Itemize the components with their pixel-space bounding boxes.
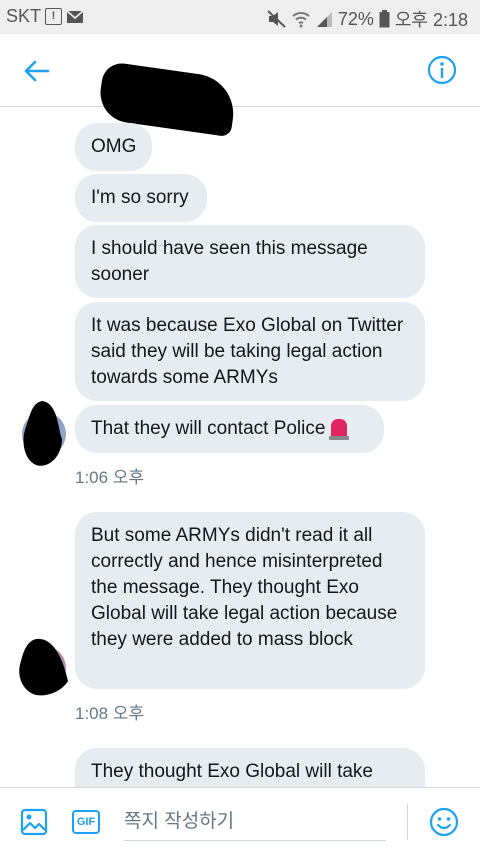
emoji-button[interactable] — [428, 806, 460, 838]
info-button[interactable] — [426, 54, 458, 86]
alert-icon: ! — [45, 8, 63, 25]
carrier-label: SKT — [6, 6, 42, 26]
gif-button[interactable]: GIF — [72, 810, 100, 834]
clock: 오후 2:18 — [394, 10, 468, 30]
battery-percent: 72% — [337, 8, 374, 29]
message-bubble[interactable]: It was because Exo Global on Twitter sai… — [75, 302, 425, 401]
timestamp: 1:06 오후 — [75, 468, 145, 487]
signal-icon — [315, 10, 333, 28]
back-button[interactable] — [22, 56, 52, 86]
battery-icon — [379, 10, 390, 28]
message-input[interactable] — [124, 804, 386, 841]
wifi-icon — [292, 10, 310, 28]
arrow-left-icon — [24, 60, 50, 82]
info-icon — [427, 55, 457, 85]
mute-icon — [267, 10, 287, 28]
message-bubble[interactable]: I should have seen this message sooner — [75, 225, 425, 298]
avatar[interactable] — [18, 399, 68, 469]
message-thread: OMG I'm so sorry I should have seen this… — [0, 107, 480, 787]
image-icon — [20, 808, 48, 836]
message-text: That they will contact Police — [91, 418, 326, 439]
mail-icon — [66, 9, 84, 24]
message-bubble[interactable]: They thought Exo Global will take — [75, 748, 425, 787]
conversation-header — [0, 34, 480, 138]
police-siren-icon — [329, 419, 350, 440]
message-bubble[interactable]: That they will contact Police — [75, 405, 384, 453]
composer-divider — [407, 804, 408, 840]
avatar[interactable] — [18, 635, 68, 699]
smiley-icon — [429, 807, 459, 837]
message-bubble[interactable]: But some ARMYs didn't read it all correc… — [75, 512, 425, 689]
add-photo-button[interactable] — [20, 808, 48, 836]
timestamp: 1:08 오후 — [75, 704, 145, 723]
message-composer: GIF — [0, 787, 480, 854]
message-bubble[interactable]: I'm so sorry — [75, 174, 207, 222]
status-bar: SKT ! 72% 오후 2:18 — [0, 0, 480, 34]
message-bubble[interactable]: OMG — [75, 123, 152, 171]
